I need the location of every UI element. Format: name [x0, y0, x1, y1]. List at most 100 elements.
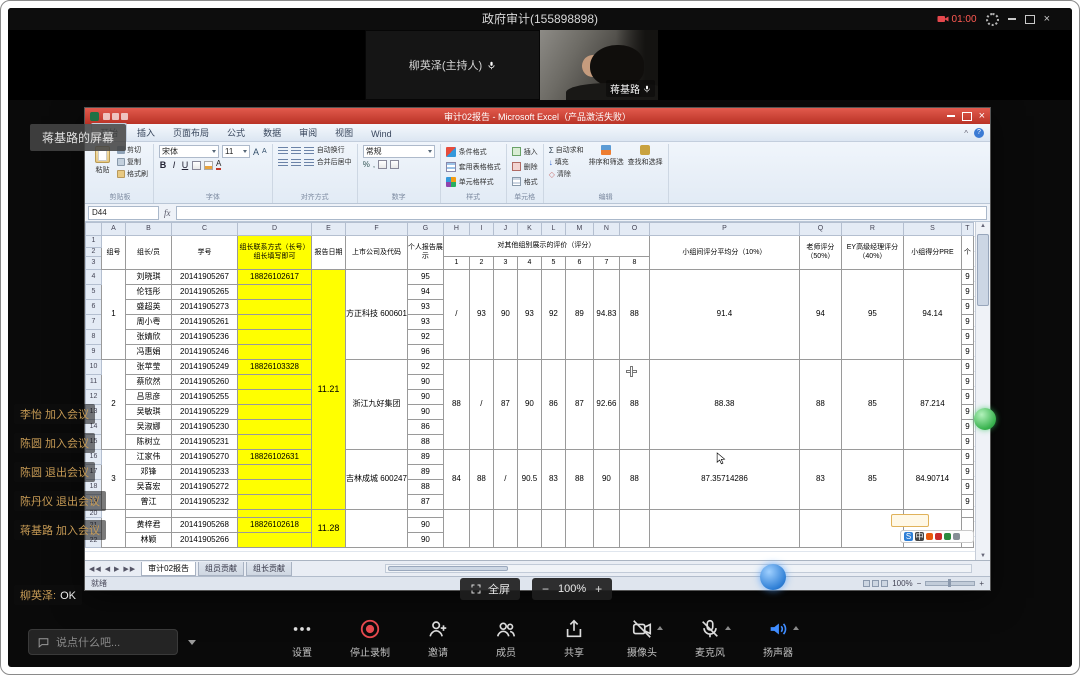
header-cell[interactable]: 小组得分PRE — [903, 236, 961, 270]
ime-mode-icon[interactable]: 中 — [915, 532, 924, 541]
header-cell[interactable]: 3 — [493, 257, 517, 270]
floating-ball-blue[interactable] — [760, 564, 786, 590]
cell-phone[interactable] — [238, 375, 312, 390]
row-header[interactable]: 3 — [86, 257, 102, 270]
cell-phone[interactable]: 18826102617 — [238, 270, 312, 285]
header-cell[interactable]: 4 — [517, 257, 541, 270]
cell-eval-score[interactable]: 93 — [469, 270, 493, 360]
italic-button[interactable]: I — [170, 160, 178, 170]
cell-group-no[interactable]: 1 — [102, 270, 126, 360]
cell-phone[interactable] — [238, 405, 312, 420]
chat-expand-chevron[interactable] — [188, 640, 196, 645]
sheet-nav-arrows[interactable] — [89, 565, 136, 573]
maximize-button[interactable] — [1025, 15, 1035, 24]
column-header-J[interactable]: J — [493, 223, 517, 236]
cell-eval-score[interactable]: 93 — [517, 270, 541, 360]
cell-member-name[interactable]: 吴淑娜 — [126, 420, 172, 435]
toolbar-button-members[interactable]: 成员 — [485, 618, 527, 659]
ribbon-tab-审阅[interactable]: 审阅 — [291, 124, 325, 141]
cell-eval-score[interactable]: 87 — [565, 360, 593, 450]
header-cell[interactable]: 7 — [593, 257, 619, 270]
column-header-F[interactable]: F — [346, 223, 408, 236]
cell-phone[interactable] — [238, 510, 312, 518]
ribbon-tab-公式[interactable]: 公式 — [219, 124, 253, 141]
cell-teacher-score[interactable]: 83 — [799, 450, 841, 510]
cell-eval-score[interactable]: 83 — [541, 450, 565, 510]
cell-personal-score[interactable]: 89 — [407, 450, 443, 465]
cell-personal-score[interactable]: 90 — [407, 390, 443, 405]
cell-avg-score[interactable]: 91.4 — [649, 270, 799, 360]
cell-phone[interactable] — [238, 480, 312, 495]
ribbon-tab-插入[interactable]: 插入 — [129, 124, 163, 141]
cell-eval-score[interactable] — [565, 510, 593, 548]
fill-color-icon[interactable] — [204, 161, 213, 170]
cell-eval-score[interactable] — [443, 510, 469, 548]
cell-member-name[interactable]: 盛超英 — [126, 300, 172, 315]
cell-total-score[interactable]: 94.14 — [903, 270, 961, 360]
ime-tool-icon[interactable] — [944, 533, 951, 540]
font-color-icon[interactable]: A — [216, 160, 221, 170]
cell-member-name[interactable]: 黄梓君 — [126, 518, 172, 533]
cell-eval-score[interactable]: 94.83 — [593, 270, 619, 360]
cell-eval-score[interactable]: 92 — [541, 270, 565, 360]
sort-filter-button[interactable]: 排序和筛选 — [589, 145, 624, 179]
header-cell[interactable]: 6 — [565, 257, 593, 270]
ime-tool-icon[interactable] — [935, 533, 942, 540]
number-format-select[interactable]: 常规 — [363, 145, 435, 158]
cell-eval-score[interactable]: 88 — [469, 450, 493, 510]
cell-eval-score[interactable] — [541, 510, 565, 548]
floating-badge[interactable] — [891, 514, 929, 527]
cell-member-name[interactable]: 吕思彦 — [126, 390, 172, 405]
row-header[interactable]: 9 — [86, 345, 102, 360]
cell-partial[interactable]: 9 — [961, 420, 973, 435]
ribbon-collapse-icon[interactable] — [964, 129, 968, 138]
font-size-select[interactable]: 11 — [222, 145, 250, 158]
ime-tool-icon[interactable] — [926, 533, 933, 540]
ribbon-tab-视图[interactable]: 视图 — [327, 124, 361, 141]
cell-eval-score[interactable]: 84 — [443, 450, 469, 510]
cell-personal-score[interactable]: 88 — [407, 435, 443, 450]
format-as-table-button[interactable]: 套用表格格式 — [446, 160, 501, 173]
cell-personal-score[interactable]: 87 — [407, 495, 443, 510]
formula-input[interactable] — [176, 206, 988, 220]
cell-personal-score[interactable]: 90 — [407, 533, 443, 548]
cell-personal-score[interactable]: 92 — [407, 360, 443, 375]
cell-eval-score[interactable]: 88 — [443, 360, 469, 450]
settings-gear-icon[interactable] — [986, 13, 999, 26]
cell-partial[interactable]: 9 — [961, 300, 973, 315]
toolbar-button-settings[interactable]: 设置 — [281, 618, 323, 659]
cell-partial[interactable] — [961, 510, 973, 518]
cell-member-name[interactable]: 冯惠娟 — [126, 345, 172, 360]
cell-member-name[interactable]: 刘晓琪 — [126, 270, 172, 285]
header-cell[interactable]: 报告日期 — [312, 236, 346, 270]
font-name-select[interactable]: 宋体 — [159, 145, 219, 158]
cell-report-date[interactable]: 11.21 — [312, 270, 346, 510]
underline-button[interactable]: U — [181, 160, 189, 170]
cell-personal-score[interactable]: 92 — [407, 330, 443, 345]
cell-teacher-score[interactable]: 88 — [799, 360, 841, 450]
cell-eval-score[interactable]: 86 — [541, 360, 565, 450]
cell-student-id[interactable]: 20141905267 — [172, 270, 238, 285]
close-button[interactable] — [1044, 14, 1050, 25]
cell-partial[interactable]: 9 — [961, 405, 973, 420]
fill-button[interactable]: 填充 — [549, 157, 584, 167]
cell-phone[interactable] — [238, 315, 312, 330]
scroll-down-icon[interactable]: ▼ — [976, 553, 990, 559]
cell-phone[interactable] — [238, 465, 312, 480]
ime-toolbar[interactable]: S中 — [900, 530, 974, 543]
header-cell[interactable]: EY高级经理评分（40%） — [841, 236, 903, 270]
fullscreen-button[interactable]: 全屏 — [460, 578, 520, 600]
cell-partial[interactable]: 9 — [961, 450, 973, 465]
cell-personal-score[interactable]: 88 — [407, 480, 443, 495]
cell-eval-score[interactable]: / — [443, 270, 469, 360]
copy-button[interactable]: 复制 — [117, 157, 148, 167]
cell-student-id[interactable]: 20141905255 — [172, 390, 238, 405]
cell-member-name[interactable] — [126, 510, 172, 518]
cell-avg-score[interactable] — [649, 510, 799, 548]
row-header[interactable]: 1 — [86, 236, 102, 248]
cell-partial[interactable]: 9 — [961, 345, 973, 360]
cell-student-id[interactable]: 20141905272 — [172, 480, 238, 495]
column-header-K[interactable]: K — [517, 223, 541, 236]
help-icon[interactable] — [974, 128, 984, 138]
find-select-button[interactable]: 查找和选择 — [628, 145, 663, 179]
